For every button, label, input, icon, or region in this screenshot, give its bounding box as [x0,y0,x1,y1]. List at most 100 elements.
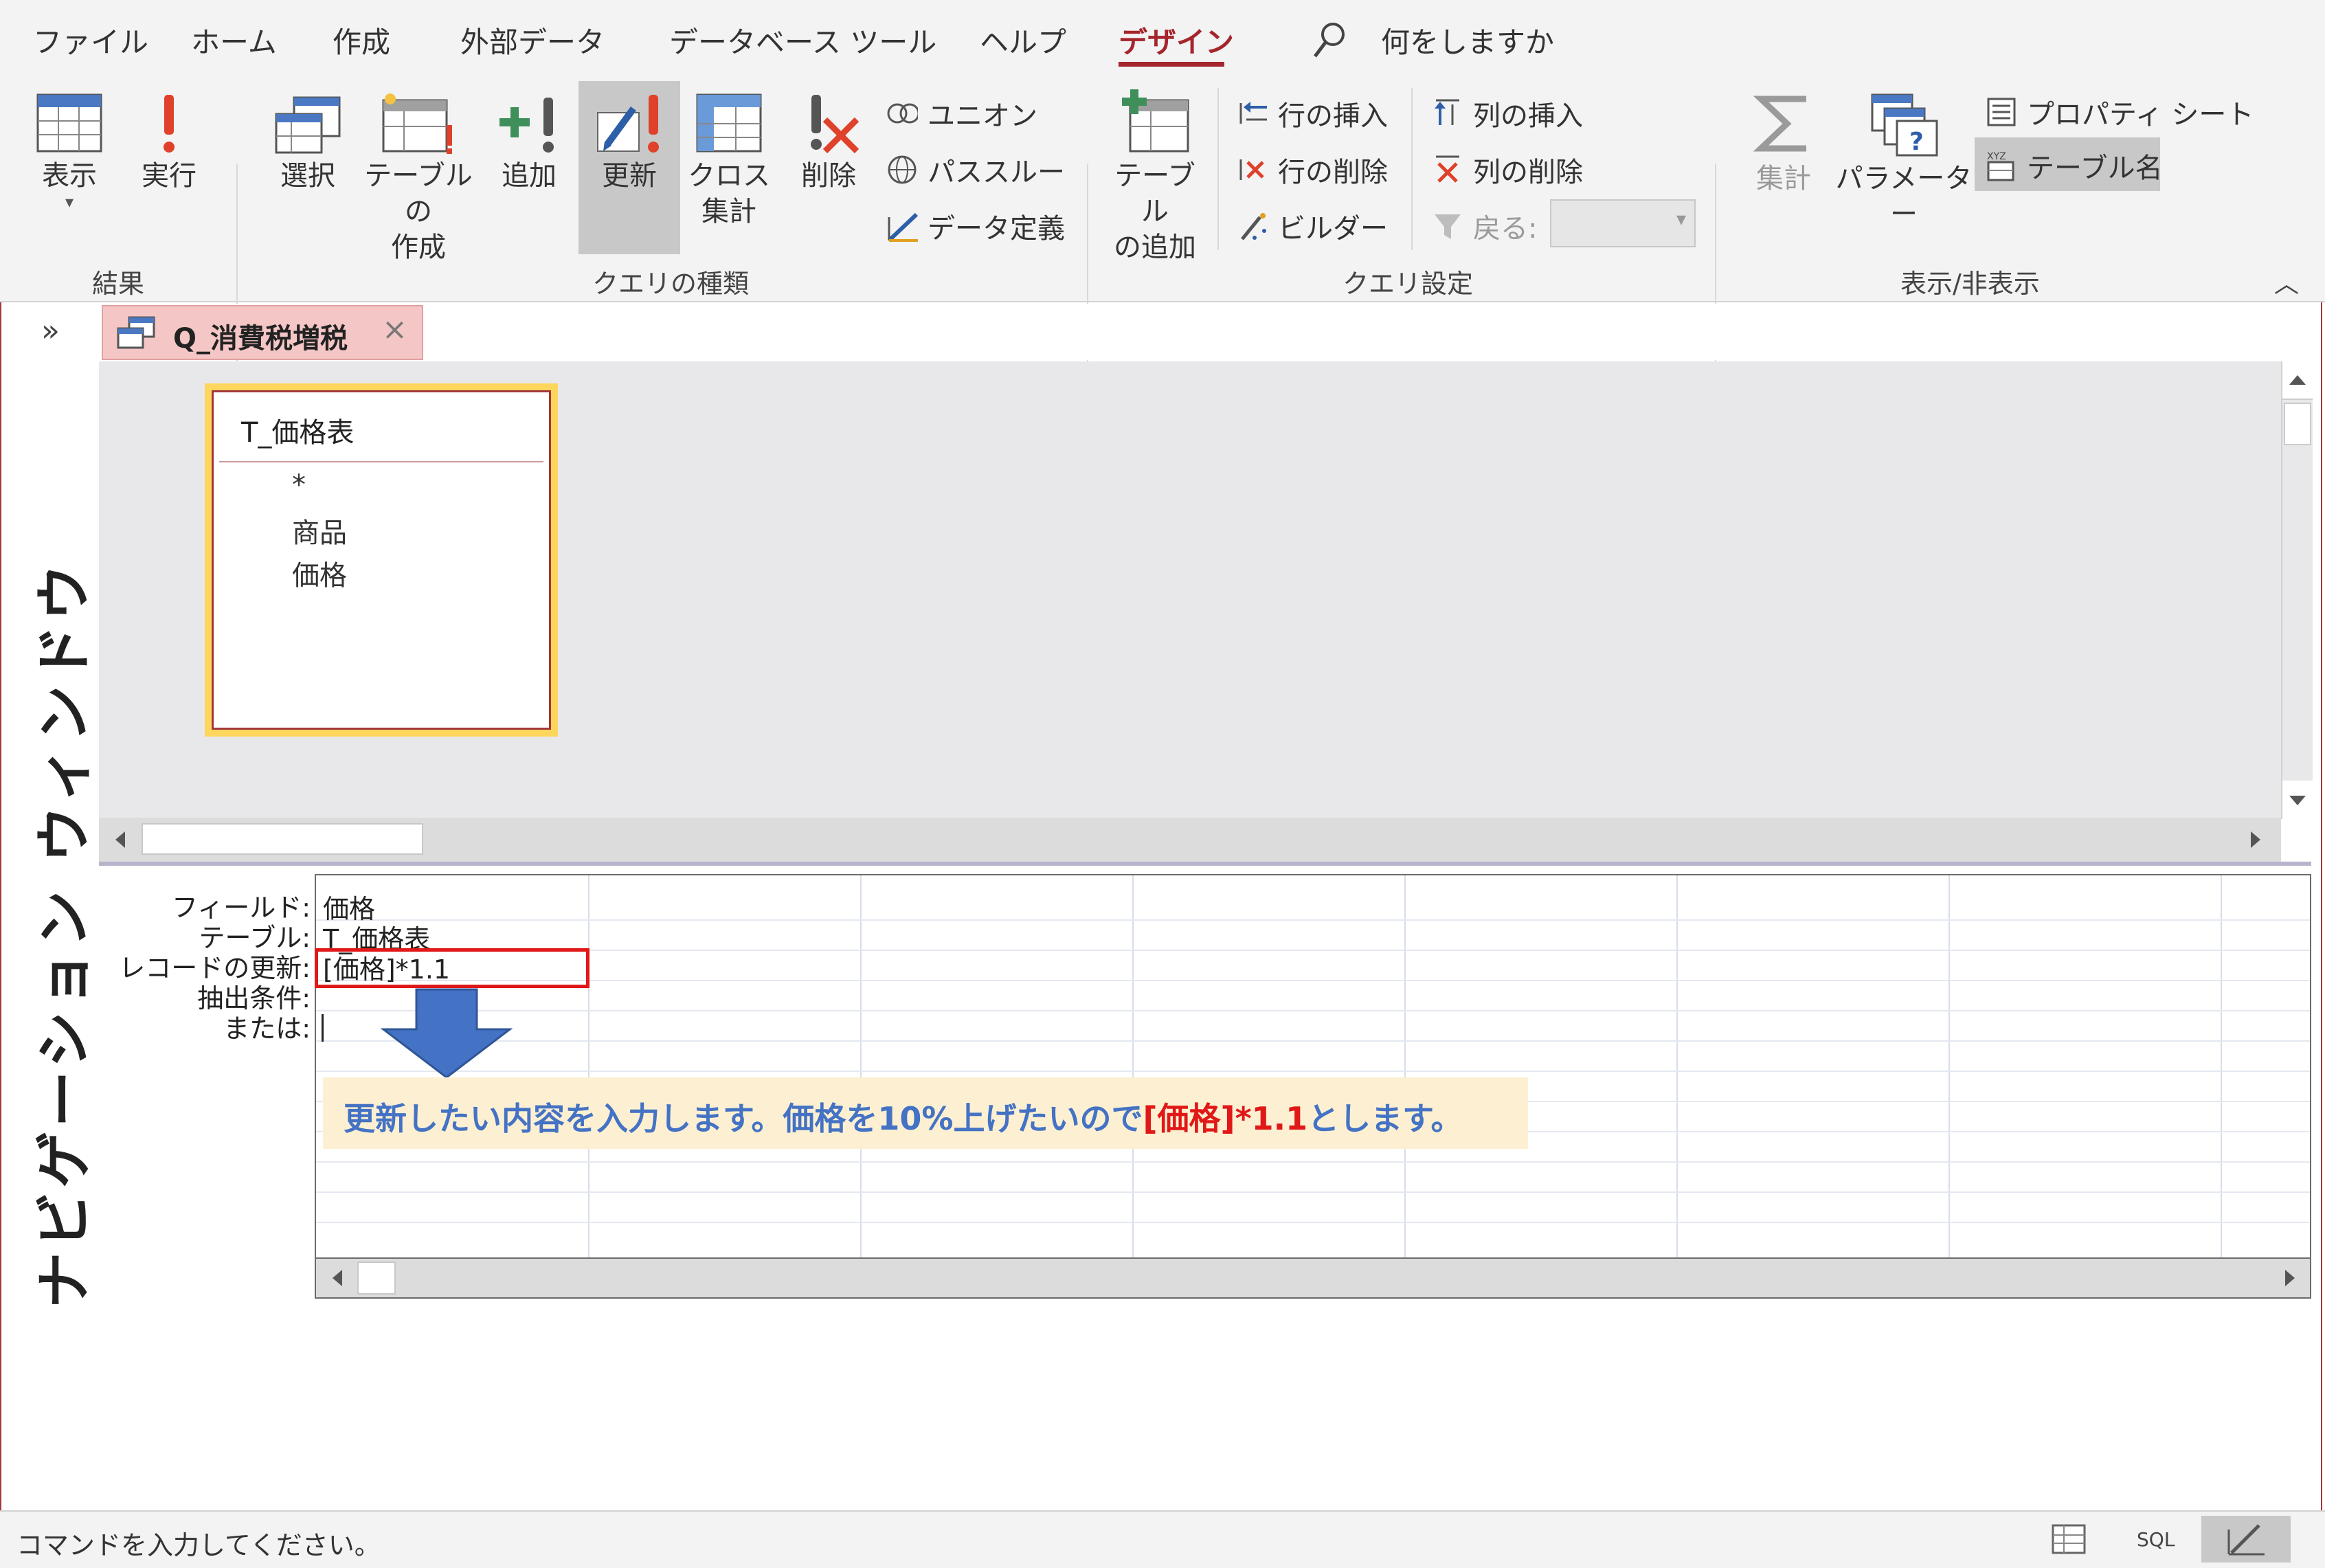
data-definition-icon [888,212,918,242]
table-names-button[interactable]: XYZ テーブル名 [1986,146,2163,186]
arrow-left-icon[interactable] [323,1264,350,1292]
property-sheet-button[interactable]: プロパティ シート [1986,92,2254,132]
tab-file[interactable]: ファイル [33,19,148,61]
arrow-left-icon[interactable] [106,826,133,853]
tab-home[interactable]: ホーム [191,19,277,61]
append-label: 追加 [502,160,557,192]
tab-help[interactable]: ヘルプ [980,19,1066,61]
delete-rows-button[interactable]: 行の削除 [1237,150,1388,190]
table-field-list-title: T_価格表 [241,417,355,449]
horizontal-scrollbar[interactable] [99,818,2281,862]
builder-wand-icon [1241,213,1266,240]
passthrough-label: パススルー [928,157,1065,188]
show-table-button[interactable]: テーブル の追加 [1103,89,1206,265]
update-label: 更新 [602,160,657,192]
scroll-thumb[interactable] [2284,403,2311,445]
callout-text-after: とします。 [1307,1100,1463,1137]
delete-label: 削除 [801,160,856,192]
delete-query-icon [811,95,860,154]
crosstab-label-1: クロス [688,160,770,192]
design-grid[interactable]: 価格 T_価格表 [価格]*1.1 [315,874,2311,1259]
grid-horizontal-scrollbar[interactable] [315,1259,2311,1299]
property-sheet-icon [1987,98,2016,126]
view-button[interactable]: 表示 ▾ [25,92,114,210]
svg-text:?: ? [1909,128,1924,156]
builder-button[interactable]: ビルダー [1237,206,1388,246]
arrow-right-icon[interactable] [2241,826,2269,853]
collapse-ribbon-icon[interactable]: ︿ [2274,264,2299,300]
run-button[interactable]: 実行 [128,92,210,194]
nav-pane-expand-icon[interactable]: » [41,313,60,348]
insert-columns-button[interactable]: 列の挿入 [1432,93,1583,133]
view-label: 表示 [42,160,97,192]
return-funnel-icon [1435,214,1461,239]
parameters-label: パラメーター [1835,163,1973,230]
datasheet-view-icon [36,93,102,153]
table-field-list[interactable]: T_価格表 * 商品 価格 [205,383,558,737]
return-label: 戻る: [1473,213,1538,245]
union-button[interactable]: ユニオン [886,93,1037,133]
add-table-icon [1122,89,1189,153]
tell-me-search[interactable]: 何をしますか [1381,19,1554,61]
search-icon [1314,23,1345,58]
delete-columns-button[interactable]: 列の削除 [1432,150,1583,190]
down-arrow-annotation [381,988,513,1079]
delete-columns-icon [1436,155,1459,183]
tab-external-data[interactable]: 外部データ [460,19,605,61]
delete-query-button[interactable]: 削除 [787,92,870,194]
append-icon [499,98,554,153]
navigation-pane-bar[interactable]: ナビゲーション ウィンドウ [25,561,98,1309]
scroll-thumb[interactable] [142,823,423,855]
totals-button[interactable]: 集計 [1742,91,1825,197]
column-divider [588,875,589,1257]
row-divider [316,980,2310,981]
document-tab-title: Q_消費税増税 [173,323,348,355]
design-view-button[interactable] [2201,1516,2291,1563]
insert-columns-label: 列の挿入 [1473,100,1583,132]
make-table-button[interactable]: テーブルの 作成 [357,92,480,265]
tab-create[interactable]: 作成 [333,19,390,61]
select-query-button[interactable]: 選択 [265,92,350,194]
parameters-button[interactable]: ? パラメーター [1833,91,1975,232]
document-tab[interactable]: Q_消費税増税 × [102,305,423,360]
svg-text:XYZ: XYZ [1987,151,2006,162]
ribbon-tabs: ファイル ホーム 作成 外部データ データベース ツール ヘルプ デザイン 何を… [0,0,2325,80]
arrow-right-icon[interactable] [2276,1264,2303,1292]
field-product[interactable]: 商品 [292,511,347,550]
return-dropdown[interactable]: ▾ [1550,199,1696,247]
scroll-thumb[interactable] [357,1262,396,1295]
insert-rows-button[interactable]: 行の挿入 [1237,93,1388,133]
row-divider [316,1010,2310,1011]
passthrough-button[interactable]: パススルー [886,150,1065,190]
arrow-down-icon [2289,796,2306,805]
crosstab-button[interactable]: クロス 集計 [684,92,774,229]
field-price[interactable]: 価格 [292,553,347,593]
row-divider [316,1071,2310,1072]
vertical-scrollbar[interactable] [2281,361,2313,819]
scroll-up-button[interactable] [2282,361,2313,400]
make-table-label-1: テーブルの [364,160,473,227]
datasheet-view-button[interactable] [2023,1516,2112,1563]
delete-rows-icon [1239,159,1264,180]
update-button[interactable]: 更新 [585,92,673,194]
design-view-icon [2227,1524,2265,1556]
ribbon: 表示 ▾ 実行 結果 選択 テーブルの 作成 追加 更新 クロス 集計 削除 ユ… [0,80,2325,372]
field-all[interactable]: * [292,469,306,501]
tab-design[interactable]: デザイン [1119,19,1234,61]
column-divider [1676,875,1678,1257]
close-icon[interactable]: × [382,312,407,347]
row-divider [316,1040,2310,1042]
make-table-icon [382,93,452,154]
pane-splitter[interactable] [99,862,2311,866]
row-divider [316,1161,2310,1163]
sql-view-button[interactable]: SQL [2112,1516,2201,1563]
column-divider [1948,875,1950,1257]
data-definition-button[interactable]: データ定義 [886,206,1065,246]
return-control: 戻る: [1432,206,1537,246]
append-button[interactable]: 追加 [488,92,570,194]
scroll-down-button[interactable] [2282,781,2313,819]
run-label: 実行 [142,160,196,192]
query-setup-group-label: クエリ設定 [1343,269,1474,299]
tab-database-tools[interactable]: データベース ツール [669,19,936,61]
table-names-icon: XYZ [1987,151,2014,181]
